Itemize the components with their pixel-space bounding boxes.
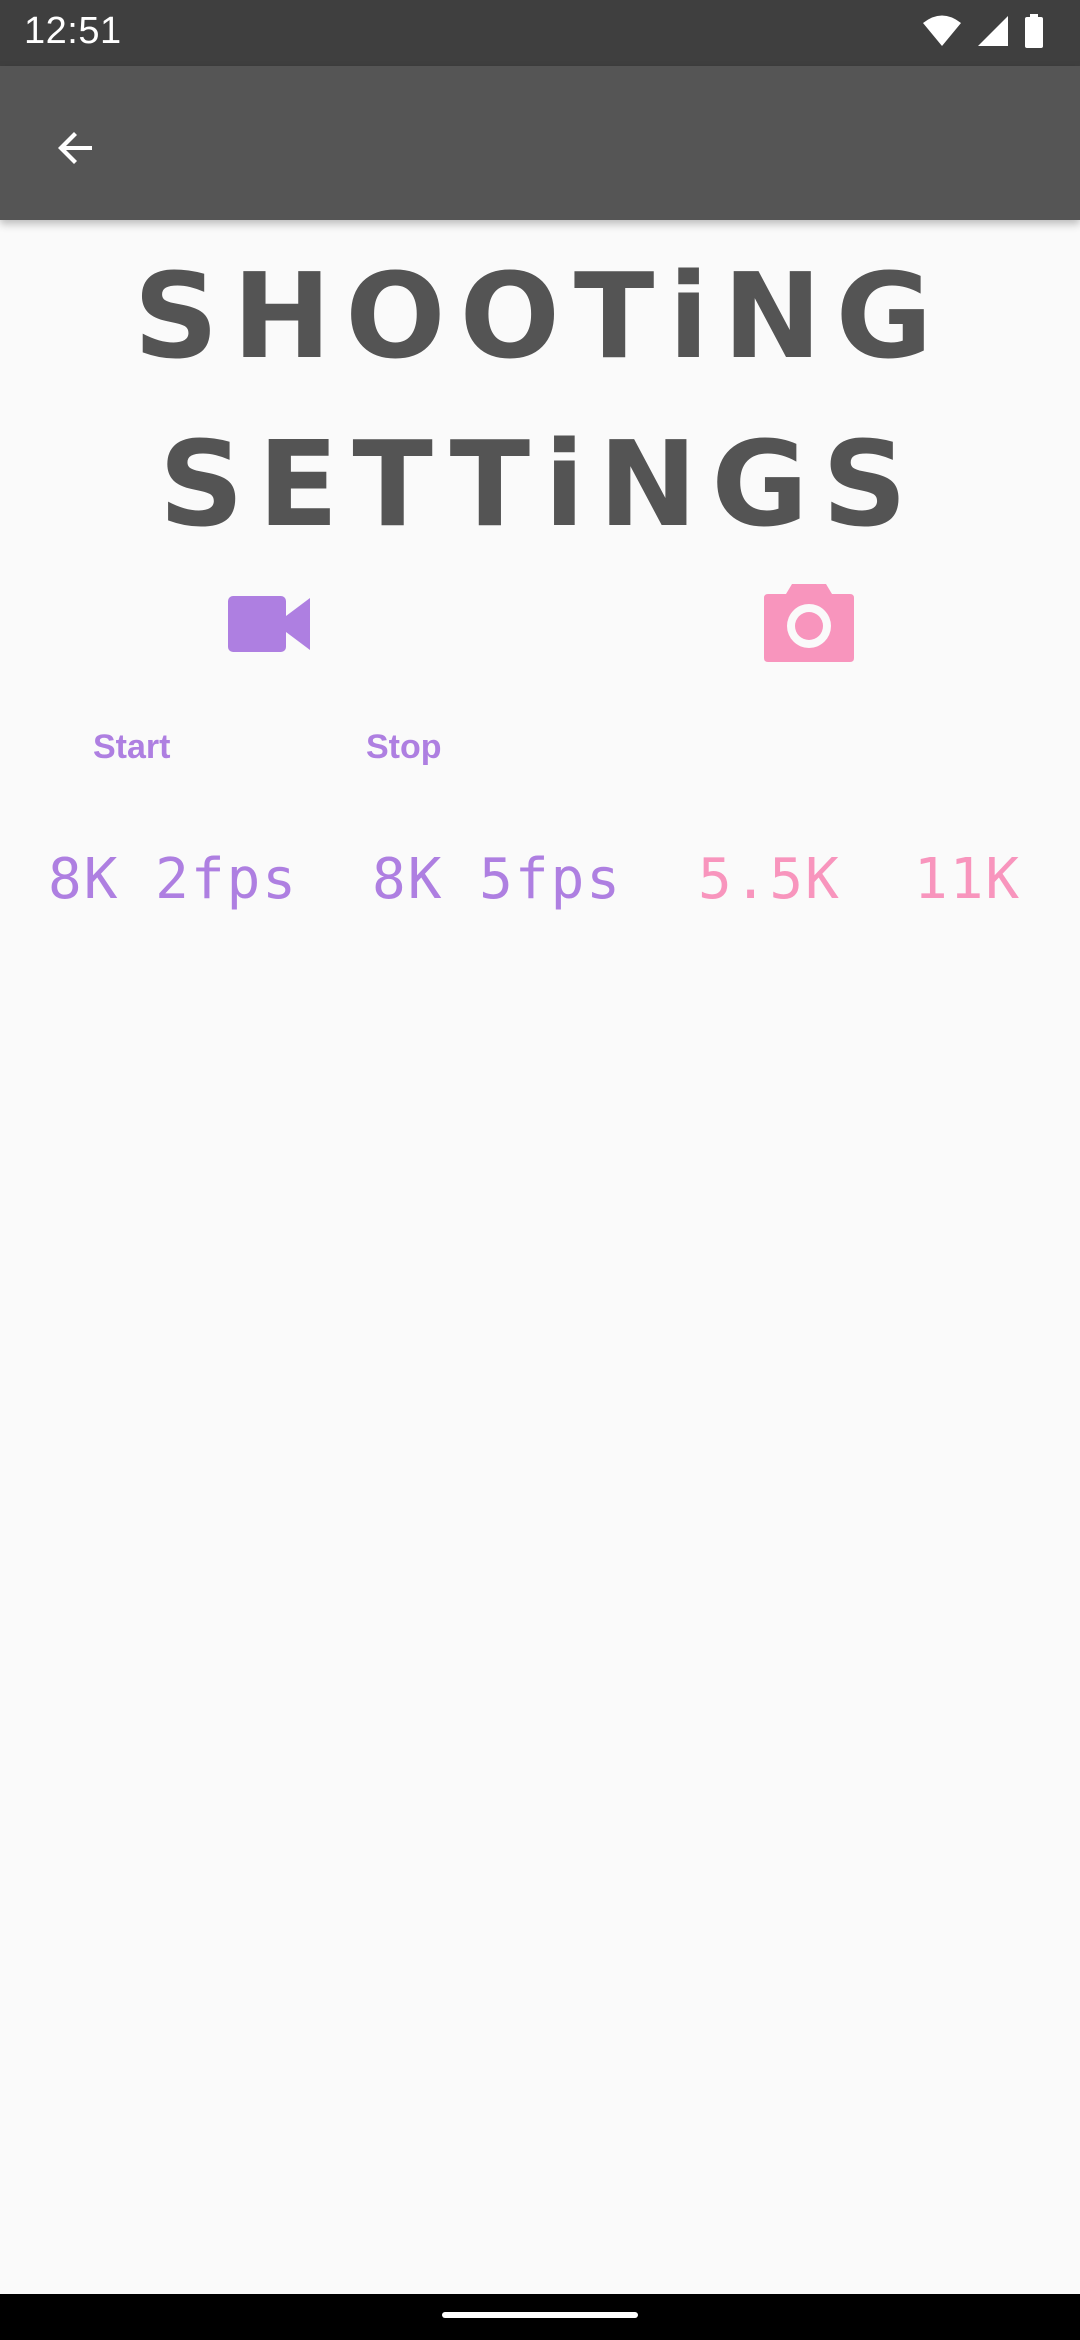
preset-8k-5fps-button[interactable]: 8K 5fps xyxy=(372,842,622,918)
status-bar: 12:51 xyxy=(0,0,1080,66)
arrow-left-icon xyxy=(52,124,100,177)
cellular-signal-icon xyxy=(976,14,1010,53)
page-title-line-1: SHOOTiNG xyxy=(133,247,947,385)
app-bar xyxy=(0,66,1080,220)
video-mode-button[interactable] xyxy=(226,594,312,659)
home-gesture-handle[interactable] xyxy=(442,2312,638,2318)
preset-5-5k-button[interactable]: 5.5K xyxy=(698,842,841,918)
battery-icon xyxy=(1024,13,1044,53)
preset-11k-button[interactable]: 11K xyxy=(914,842,1021,918)
stop-button[interactable]: Stop xyxy=(366,722,442,772)
page-title-line-2: SETTiNGS xyxy=(158,415,922,553)
videocam-icon xyxy=(226,594,312,659)
back-button[interactable] xyxy=(40,114,112,186)
start-button[interactable]: Start xyxy=(93,722,170,772)
photo-mode-button[interactable] xyxy=(762,580,856,666)
camera-icon xyxy=(762,578,856,669)
status-icons xyxy=(922,13,1044,53)
wifi-icon xyxy=(922,14,962,53)
preset-8k-2fps-button[interactable]: 8K 2fps xyxy=(48,842,298,918)
navigation-bar xyxy=(0,2294,1080,2340)
page-title: SHOOTiNG SETTiNGS xyxy=(0,232,1080,568)
status-time: 12:51 xyxy=(24,10,122,52)
